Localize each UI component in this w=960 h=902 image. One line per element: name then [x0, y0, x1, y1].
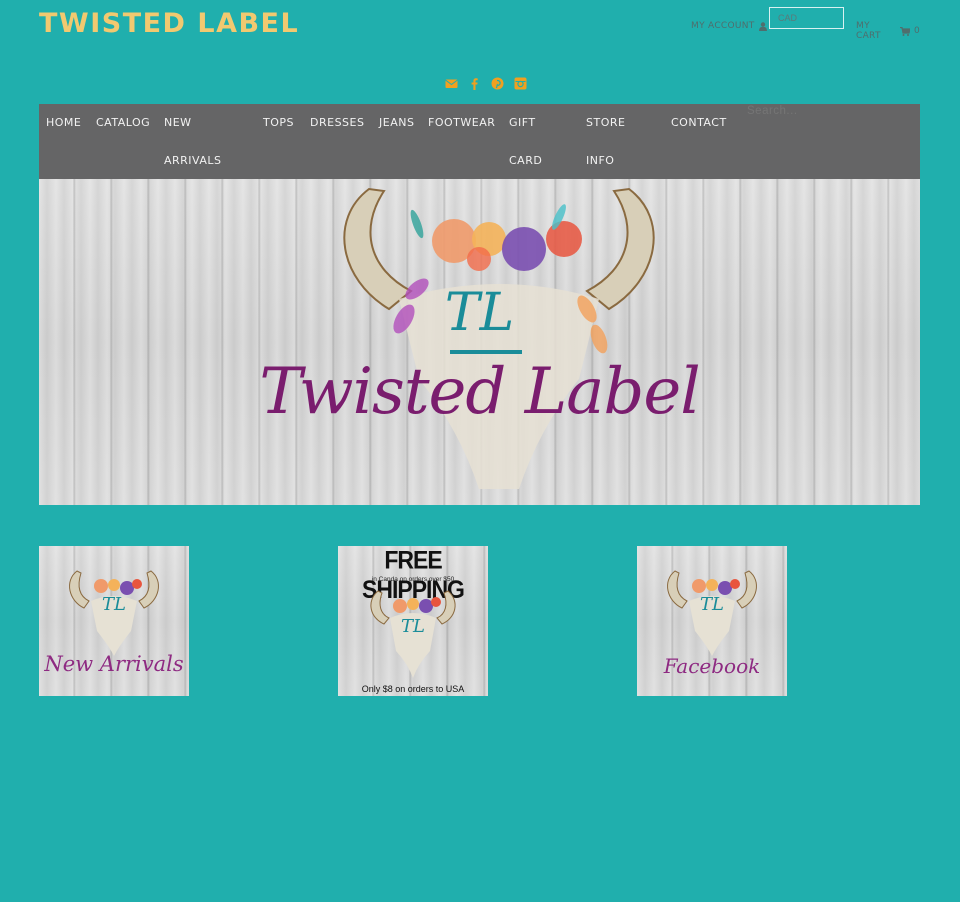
nav-new-arrivals[interactable]: NEW ARRIVALS: [164, 104, 222, 180]
tile-caption: Facebook: [663, 654, 761, 678]
user-icon: [758, 21, 767, 31]
nav-catalog-label: CATALOG: [96, 116, 151, 129]
tile-caption: New Arrivals: [44, 652, 184, 676]
free-shipping-footer: Only $8 on orders to USA: [361, 684, 465, 694]
nav-contact-label: CONTACT: [671, 116, 727, 129]
main-nav: HOME CATALOG NEW ARRIVALS TOPS DRESSES J…: [39, 104, 920, 179]
tile-facebook[interactable]: TL Facebook: [637, 546, 787, 696]
nav-footwear[interactable]: FOOTWEAR: [428, 104, 495, 142]
currency-select[interactable]: [769, 7, 844, 29]
nav-home-label: HOME: [46, 116, 82, 129]
cart-icon: [899, 26, 910, 36]
instagram-icon[interactable]: [514, 77, 527, 90]
nav-jeans-label: JEANS: [379, 116, 415, 129]
my-account-link[interactable]: MY ACCOUNT: [691, 21, 767, 31]
facebook-icon[interactable]: [468, 77, 481, 90]
nav-home[interactable]: HOME: [46, 104, 81, 142]
banner-monogram-underline: [450, 350, 522, 354]
nav-jeans[interactable]: JEANS: [379, 104, 414, 142]
tile-free-shipping[interactable]: FREE SHIPPING in Canda on orders over $5…: [338, 546, 488, 696]
nav-gift-card[interactable]: GIFT CARD: [509, 104, 542, 180]
tile-monogram: TL: [700, 594, 724, 615]
nav-dresses[interactable]: DRESSES: [310, 104, 364, 142]
nav-new-arrivals-line2: ARRIVALS: [164, 154, 222, 167]
search-input[interactable]: [747, 104, 887, 118]
banner-title: Twisted Label: [259, 355, 700, 429]
envelope-icon[interactable]: [445, 77, 458, 90]
top-bar: MY ACCOUNT MY CART 0: [690, 7, 920, 41]
tile-monogram: TL: [401, 616, 425, 637]
my-cart-link[interactable]: MY CART 0: [856, 21, 920, 41]
nav-gift-card-line1: GIFT: [509, 116, 536, 129]
nav-dresses-label: DRESSES: [310, 116, 365, 129]
nav-tops-label: TOPS: [263, 116, 294, 129]
nav-store-info[interactable]: STORE INFO: [586, 104, 625, 180]
nav-contact[interactable]: CONTACT: [671, 104, 727, 142]
my-account-label: MY ACCOUNT: [691, 21, 755, 31]
store-logo[interactable]: TWISTED LABEL: [39, 8, 299, 39]
hero-banner: TL Twisted Label: [39, 179, 920, 505]
nav-store-info-line1: STORE: [586, 116, 626, 129]
tile-new-arrivals[interactable]: TL New Arrivals: [39, 546, 189, 696]
nav-catalog[interactable]: CATALOG: [96, 104, 150, 142]
cart-count: 0: [913, 26, 920, 36]
nav-gift-card-line2: CARD: [509, 154, 543, 167]
nav-footwear-label: FOOTWEAR: [428, 116, 496, 129]
social-links: [445, 77, 527, 90]
nav-tops[interactable]: TOPS: [263, 104, 294, 142]
nav-new-arrivals-line1: NEW: [164, 116, 192, 129]
tile-monogram: TL: [102, 594, 126, 615]
nav-store-info-line2: INFO: [586, 154, 615, 167]
my-cart-label: MY CART: [856, 21, 881, 41]
pinterest-icon[interactable]: [491, 77, 504, 90]
banner-monogram: TL: [444, 283, 515, 343]
